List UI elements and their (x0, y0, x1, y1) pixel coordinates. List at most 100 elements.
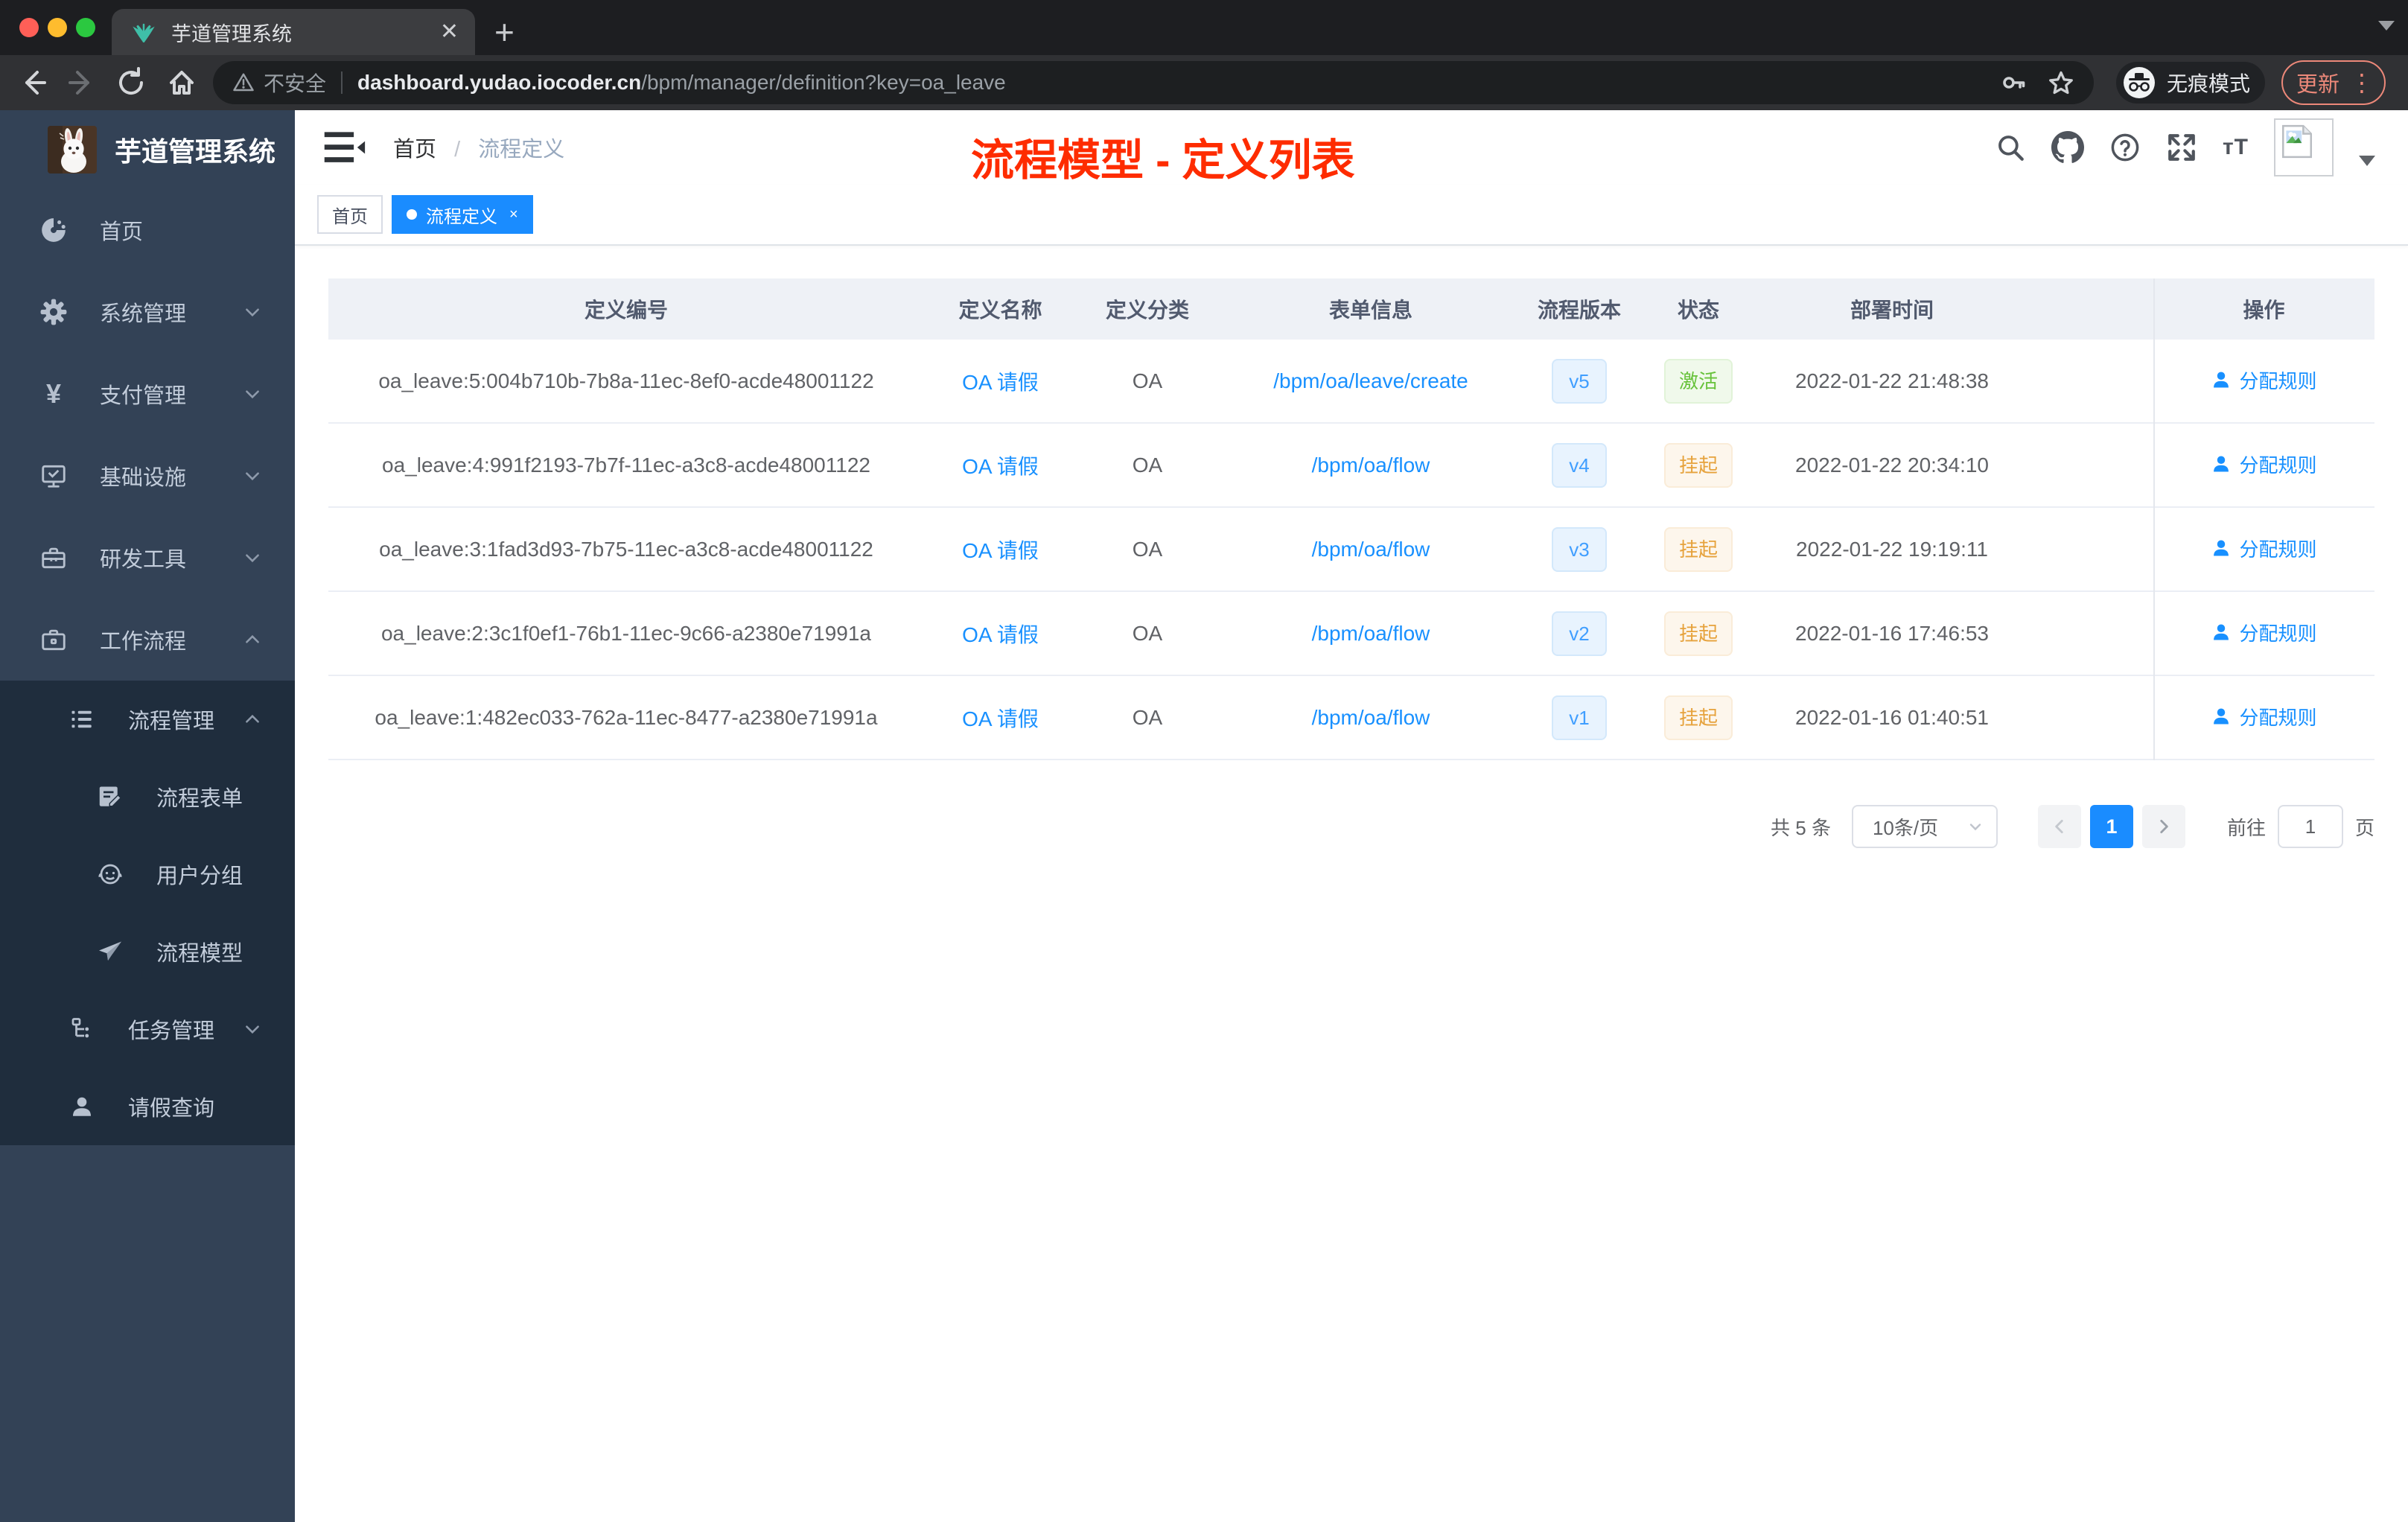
form-link[interactable]: /bpm/oa/flow (1312, 453, 1430, 477)
tab-close-icon[interactable]: ✕ (440, 21, 459, 43)
window-controls[interactable] (19, 18, 95, 37)
page-size-select[interactable]: 10条/页 (1851, 805, 1998, 848)
url-text[interactable]: dashboard.yudao.iocoder.cn/bpm/manager/d… (357, 71, 1985, 95)
address-bar[interactable]: 不安全 dashboard.yudao.iocoder.cn/bpm/manag… (213, 61, 2094, 104)
cell-form-info: /bpm/oa/flow (1218, 706, 1523, 730)
help-icon[interactable] (2109, 132, 2141, 163)
goto-page-input[interactable] (2277, 805, 2343, 848)
assign-rule-button[interactable]: 分配规则 (2211, 619, 2317, 646)
column-header-version: 流程版本 (1537, 299, 1621, 322)
tag-close-icon[interactable]: × (509, 206, 518, 223)
browser-tab[interactable]: 芋道管理系统 ✕ (112, 9, 475, 55)
column-header-category: 定义分类 (1105, 299, 1189, 322)
chevron-down-icon (243, 466, 262, 485)
sidebar-item-devtools[interactable]: 研发工具 (0, 517, 295, 599)
breadcrumb: 首页 / 流程定义 (393, 138, 565, 162)
back-icon[interactable] (16, 66, 49, 99)
definition-name-link[interactable]: OA 请假 (962, 455, 1039, 478)
not-secure-warning-icon (233, 73, 254, 92)
github-icon[interactable] (2051, 131, 2084, 164)
forward-icon[interactable] (66, 66, 98, 99)
avatar-dropdown-caret-icon[interactable] (2359, 156, 2375, 166)
assign-rule-button[interactable]: 分配规则 (2211, 535, 2317, 562)
page-content: 定义编号 定义名称 定义分类 表单信息 流程版本 状态 部署时间 操作 oa_l… (295, 246, 2408, 848)
avatar[interactable] (2274, 118, 2334, 176)
sidebar-item-task-management[interactable]: 任务管理 (0, 990, 295, 1068)
tag-process-definition[interactable]: 流程定义 × (392, 195, 533, 234)
sidebar-item-payment[interactable]: ¥ 支付管理 (0, 353, 295, 435)
sidebar-item-infrastructure[interactable]: 基础设施 (0, 435, 295, 517)
sidebar-collapse-hamburger-icon[interactable] (322, 129, 366, 166)
column-header-form: 表单信息 (1328, 299, 1412, 322)
column-header-name: 定义名称 (958, 299, 1042, 322)
form-edit-icon (95, 783, 125, 810)
chevron-up-icon (243, 710, 262, 729)
sidebar-item-process-management[interactable]: 流程管理 (0, 681, 295, 758)
definition-name-link[interactable]: OA 请假 (962, 707, 1039, 730)
status-badge: 挂起 (1663, 695, 1733, 740)
next-page-button[interactable] (2141, 805, 2185, 848)
cell-definition-name: OA 请假 (924, 535, 1077, 564)
version-badge: v4 (1552, 442, 1607, 488)
font-size-icon[interactable]: ᴛT (2223, 135, 2249, 160)
status-badge: 挂起 (1663, 526, 1733, 572)
cell-action: 分配规则 (2153, 619, 2374, 649)
window-zoom-button[interactable] (76, 18, 95, 37)
cell-status: 挂起 (1635, 526, 1762, 572)
cell-definition-id: oa_leave:3:1fad3d93-7b75-11ec-a3c8-acde4… (379, 537, 873, 561)
version-badge: v1 (1552, 695, 1607, 740)
tag-home[interactable]: 首页 (317, 195, 383, 234)
window-minimize-button[interactable] (48, 18, 67, 37)
home-icon[interactable] (165, 66, 198, 99)
form-link[interactable]: /bpm/oa/leave/create (1273, 369, 1468, 392)
form-link[interactable]: /bpm/oa/flow (1312, 622, 1430, 645)
form-link[interactable]: /bpm/oa/flow (1312, 706, 1430, 729)
app-window: 芋道管理系统 首页 系统管理 ¥ 支付管理 基础设施 研发工具 工作流程 流程管… (0, 110, 2408, 1522)
tab-search-caret-icon[interactable] (2378, 21, 2395, 31)
breadcrumb-home[interactable]: 首页 (393, 138, 436, 162)
definition-name-link[interactable]: OA 请假 (962, 371, 1039, 394)
sidebar-item-label: 首页 (100, 220, 144, 244)
tab-title: 芋道管理系统 (171, 22, 292, 45)
browser-menu-icon[interactable]: ⋮ (2350, 71, 2374, 95)
assign-rule-button[interactable]: 分配规则 (2211, 450, 2317, 478)
main-panel: 流程模型 - 定义列表 首页 / 流程定义 ᴛT 首页 流程定义 × 定义编号 … (295, 110, 2408, 1522)
prev-page-button[interactable] (2037, 805, 2081, 848)
sidebar-item-user-group[interactable]: 用户分组 (0, 835, 295, 913)
window-close-button[interactable] (19, 18, 39, 37)
sidebar-item-process-model[interactable]: 流程模型 (0, 913, 295, 990)
fullscreen-icon[interactable] (2166, 132, 2197, 163)
update-label[interactable]: 更新 (2296, 67, 2339, 98)
definition-name-link[interactable]: OA 请假 (962, 539, 1039, 562)
sidebar-item-label: 流程表单 (156, 787, 243, 811)
definition-name-link[interactable]: OA 请假 (962, 623, 1039, 646)
sidebar-item-leave-query[interactable]: 请假查询 (0, 1068, 295, 1145)
assign-rule-button[interactable]: 分配规则 (2211, 366, 2317, 394)
column-header-status: 状态 (1677, 299, 1719, 322)
sidebar-item-home[interactable]: 首页 (0, 189, 295, 271)
reload-icon[interactable] (115, 66, 147, 99)
chevron-down-icon (243, 384, 262, 404)
table-row: oa_leave:5:004b710b-7b8a-11ec-8ef0-acde4… (328, 340, 2374, 424)
bookmark-star-icon[interactable] (2048, 69, 2074, 96)
page-number-button[interactable]: 1 (2089, 805, 2133, 848)
cell-version: v3 (1523, 526, 1635, 572)
sidebar-item-workflow[interactable]: 工作流程 (0, 599, 295, 681)
sidebar-logo[interactable]: 芋道管理系统 (0, 110, 295, 189)
new-tab-button[interactable]: + (494, 13, 515, 51)
cell-status: 挂起 (1635, 611, 1762, 656)
search-icon[interactable] (1995, 132, 2026, 163)
browser-tab-strip: 芋道管理系统 ✕ + (0, 0, 2408, 55)
sidebar-item-system[interactable]: 系统管理 (0, 271, 295, 353)
assign-rule-button[interactable]: 分配规则 (2211, 703, 2317, 730)
cell-definition-name: OA 请假 (924, 703, 1077, 733)
incognito-badge: 无痕模式 (2116, 62, 2266, 104)
form-link[interactable]: /bpm/oa/flow (1312, 538, 1430, 561)
cell-form-info: /bpm/oa/flow (1218, 538, 1523, 561)
security-label[interactable]: 不安全 (264, 68, 326, 98)
user-icon (2214, 708, 2229, 725)
yen-icon: ¥ (45, 378, 62, 409)
browser-update-button[interactable]: 更新 ⋮ (2281, 60, 2386, 105)
password-key-icon[interactable] (2000, 69, 2027, 96)
sidebar-item-process-form[interactable]: 流程表单 (0, 758, 295, 835)
